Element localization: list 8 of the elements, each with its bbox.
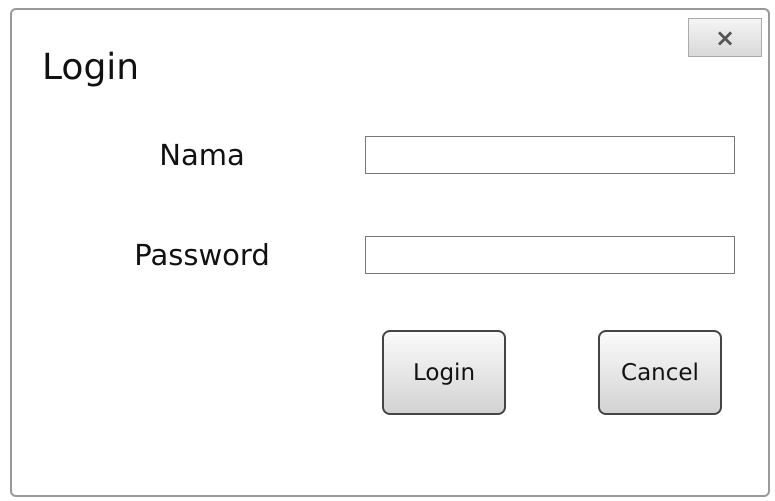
input-field[interactable] (365, 236, 735, 274)
field-label: Nama (159, 138, 245, 172)
window-title: Login (42, 47, 140, 88)
close-button[interactable]: × (688, 18, 762, 57)
login-button[interactable]: Login (382, 330, 506, 415)
cancel-button[interactable]: Cancel (598, 330, 722, 415)
field-label: Password (134, 238, 270, 272)
input-field[interactable] (365, 136, 735, 174)
